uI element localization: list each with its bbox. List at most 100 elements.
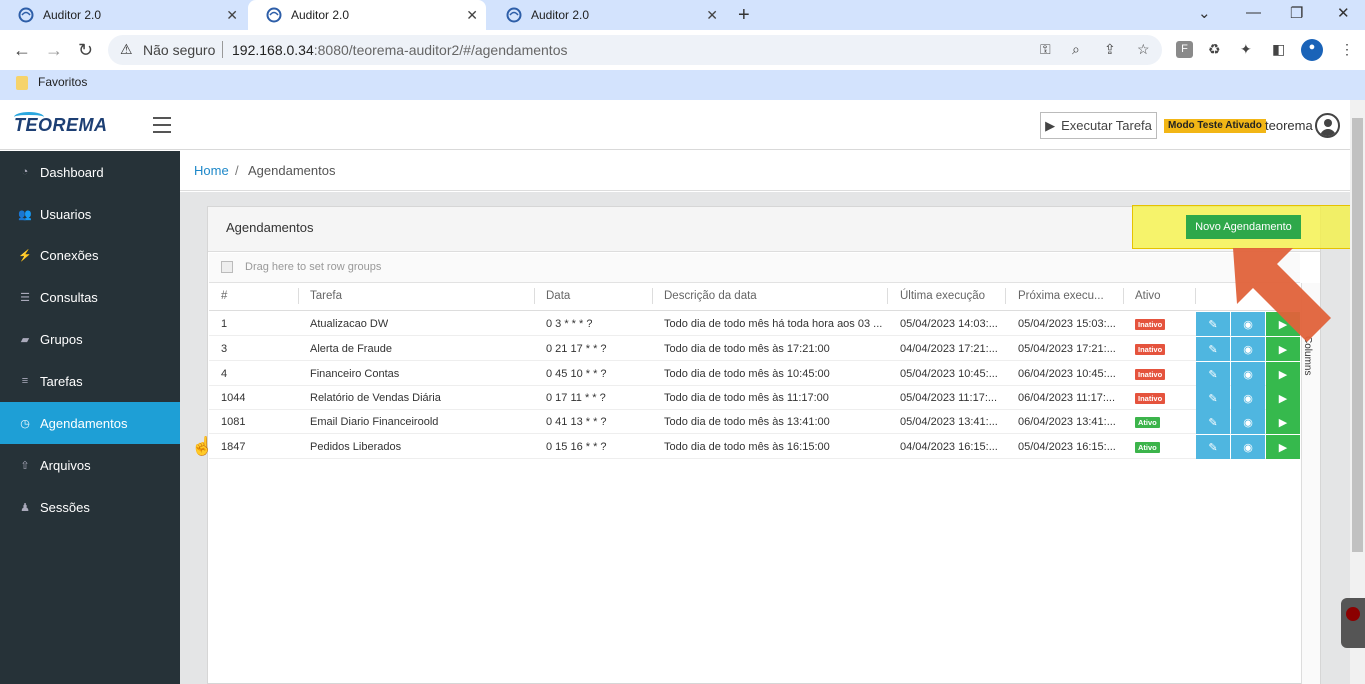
column-header-tarefa[interactable]: Tarefa bbox=[310, 290, 342, 302]
column-divider[interactable] bbox=[1005, 288, 1006, 304]
sidebar-item-tarefas[interactable]: ≡ Tarefas bbox=[0, 360, 180, 402]
table-row[interactable]: 3 Alerta de Fraude 0 21 17 * * ? Todo di… bbox=[209, 337, 1300, 361]
database-icon: ☰ bbox=[20, 291, 30, 304]
column-header-data[interactable]: Data bbox=[546, 290, 570, 302]
sidebar-item-usuarios[interactable]: 👥 Usuarios bbox=[0, 193, 180, 235]
execute-task-button[interactable]: ▶ Executar Tarefa bbox=[1040, 112, 1157, 139]
plug-icon: ⚡ bbox=[18, 249, 32, 262]
hamburger-menu-icon[interactable] bbox=[153, 117, 171, 133]
share-icon[interactable]: ⇪ bbox=[1104, 41, 1116, 58]
menu-dots-icon[interactable]: ⋮ bbox=[1340, 41, 1354, 58]
cell-ultima-execucao: 04/04/2023 16:15:... bbox=[900, 441, 998, 453]
cell-tarefa: Financeiro Contas bbox=[310, 368, 400, 380]
hand-cursor-icon: ☝ bbox=[191, 436, 214, 456]
browser-tab-active[interactable]: Auditor 2.0 ✕ bbox=[248, 0, 486, 30]
cell-ultima-execucao: 04/04/2023 17:21:... bbox=[900, 343, 998, 355]
cell-descricao: Todo dia de todo mês há toda hora aos 03… bbox=[664, 318, 883, 330]
sidebar-item-label: Agendamentos bbox=[40, 415, 128, 431]
breadcrumb-home[interactable]: Home bbox=[194, 163, 229, 178]
sidebar-item-label: Dashboard bbox=[40, 164, 104, 180]
record-icon bbox=[1346, 607, 1360, 621]
column-divider[interactable] bbox=[1123, 288, 1124, 304]
security-label[interactable]: Não seguro bbox=[143, 42, 215, 58]
edit-icon[interactable]: ✎ bbox=[1196, 435, 1230, 459]
column-header-proxima-execucao[interactable]: Próxima execu... bbox=[1018, 290, 1104, 302]
table-row[interactable]: 1044 Relatório de Vendas Diária 0 17 11 … bbox=[209, 386, 1300, 410]
edit-icon[interactable]: ✎ bbox=[1196, 362, 1230, 386]
close-tab-icon[interactable]: ✕ bbox=[226, 7, 238, 24]
eye-icon[interactable]: ◉ bbox=[1231, 435, 1265, 459]
reload-icon[interactable]: ↻ bbox=[78, 40, 93, 61]
restore-icon[interactable]: ❐ bbox=[1290, 4, 1303, 22]
teorema-logo[interactable]: TEOREMA bbox=[14, 115, 108, 136]
new-schedule-button[interactable]: Novo Agendamento bbox=[1186, 215, 1301, 239]
sidebar-item-label: Tarefas bbox=[40, 373, 83, 389]
eye-icon[interactable]: ◉ bbox=[1231, 410, 1265, 434]
table-row[interactable]: 1081 Email Diario Financeiroold 0 41 13 … bbox=[209, 410, 1300, 434]
column-divider[interactable] bbox=[298, 288, 299, 304]
table-row[interactable]: 1 Atualizacao DW 0 3 * * * ? Todo dia de… bbox=[209, 312, 1300, 336]
close-tab-icon[interactable]: ✕ bbox=[466, 7, 478, 24]
sidebar-item-grupos[interactable]: ▰ Grupos bbox=[0, 318, 180, 360]
run-icon[interactable]: ▶ bbox=[1266, 435, 1300, 459]
run-icon[interactable]: ▶ bbox=[1266, 386, 1300, 410]
column-header-descricao[interactable]: Descrição da data bbox=[664, 290, 757, 302]
eye-icon[interactable]: ◉ bbox=[1231, 386, 1265, 410]
cell-data: 0 15 16 * * ? bbox=[546, 441, 607, 453]
bookmark-favoritos[interactable]: Favoritos bbox=[38, 75, 87, 89]
sidebar-item-agendamentos[interactable]: ◷ Agendamentos bbox=[0, 402, 180, 444]
close-window-icon[interactable]: ✕ bbox=[1337, 4, 1350, 22]
url-text[interactable]: 192.168.0.34:8080/teorema-auditor2/#/age… bbox=[232, 42, 567, 58]
cell-proxima-execucao: 05/04/2023 16:15:... bbox=[1018, 441, 1116, 453]
tab-search-icon[interactable]: ⌄ bbox=[1198, 4, 1211, 22]
row-group-hint: Drag here to set row groups bbox=[245, 261, 382, 273]
sidebar-item-label: Sessões bbox=[40, 499, 90, 515]
column-divider[interactable] bbox=[534, 288, 535, 304]
username[interactable]: teorema bbox=[1265, 118, 1313, 133]
sidebar-item-conexoes[interactable]: ⚡ Conexões bbox=[0, 234, 180, 276]
upload-icon: ⇧ bbox=[20, 459, 30, 472]
sidebar-item-sessoes[interactable]: ♟ Sessões bbox=[0, 486, 180, 528]
sidebar-item-dashboard[interactable]: ◔ Dashboard bbox=[0, 151, 180, 193]
profile-icon[interactable]: ● bbox=[1301, 39, 1323, 61]
auditor-favicon-icon bbox=[18, 7, 34, 23]
column-header-id[interactable]: # bbox=[221, 290, 227, 302]
clock-icon: ◷ bbox=[20, 417, 30, 430]
sidebar-item-consultas[interactable]: ☰ Consultas bbox=[0, 276, 180, 318]
sidebar-item-label: Arquivos bbox=[40, 457, 91, 473]
minimize-icon[interactable]: — bbox=[1246, 4, 1261, 21]
table-row[interactable]: 1847 Pedidos Liberados 0 15 16 * * ? Tod… bbox=[209, 435, 1300, 459]
column-divider[interactable] bbox=[887, 288, 888, 304]
puzzle-extensions-icon[interactable]: ✦ bbox=[1240, 41, 1252, 58]
key-icon[interactable]: ⚿ bbox=[1040, 41, 1051, 58]
close-tab-icon[interactable]: ✕ bbox=[706, 7, 718, 24]
extension-f-icon[interactable]: F bbox=[1176, 41, 1193, 58]
back-icon[interactable]: ← bbox=[13, 40, 31, 61]
record-widget[interactable] bbox=[1341, 598, 1365, 648]
bookmark-star-icon[interactable]: ☆ bbox=[1137, 41, 1150, 58]
run-icon[interactable]: ▶ bbox=[1266, 410, 1300, 434]
breadcrumb-separator: / bbox=[235, 163, 239, 178]
browser-tab[interactable]: Auditor 2.0 ✕ bbox=[0, 0, 246, 30]
run-icon[interactable]: ▶ bbox=[1266, 362, 1300, 386]
column-header-ativo[interactable]: Ativo bbox=[1135, 290, 1161, 302]
scrollbar-thumb[interactable] bbox=[1352, 118, 1363, 552]
column-header-ultima-execucao[interactable]: Última execução bbox=[900, 290, 985, 302]
new-tab-icon[interactable]: + bbox=[738, 4, 750, 27]
card-title: Agendamentos bbox=[226, 220, 314, 235]
column-divider[interactable] bbox=[652, 288, 653, 304]
eye-icon[interactable]: ◉ bbox=[1231, 362, 1265, 386]
edit-icon[interactable]: ✎ bbox=[1196, 410, 1230, 434]
forward-icon[interactable]: → bbox=[45, 40, 63, 61]
recycle-extension-icon[interactable]: ♻ bbox=[1208, 41, 1221, 58]
browser-tab[interactable]: Auditor 2.0 ✕ bbox=[488, 0, 726, 30]
sidebar-item-arquivos[interactable]: ⇧ Arquivos bbox=[0, 444, 180, 486]
column-divider[interactable] bbox=[1195, 288, 1196, 304]
table-row[interactable]: 4 Financeiro Contas 0 45 10 * * ? Todo d… bbox=[209, 362, 1300, 386]
avatar[interactable] bbox=[1315, 113, 1340, 138]
status-badge: Ativo bbox=[1135, 442, 1160, 453]
edit-icon[interactable]: ✎ bbox=[1196, 386, 1230, 410]
warning-icon[interactable]: ⚠ bbox=[120, 41, 133, 58]
zoom-icon[interactable]: ⌕ bbox=[1072, 41, 1080, 58]
side-panel-icon[interactable]: ◧ bbox=[1272, 41, 1285, 58]
